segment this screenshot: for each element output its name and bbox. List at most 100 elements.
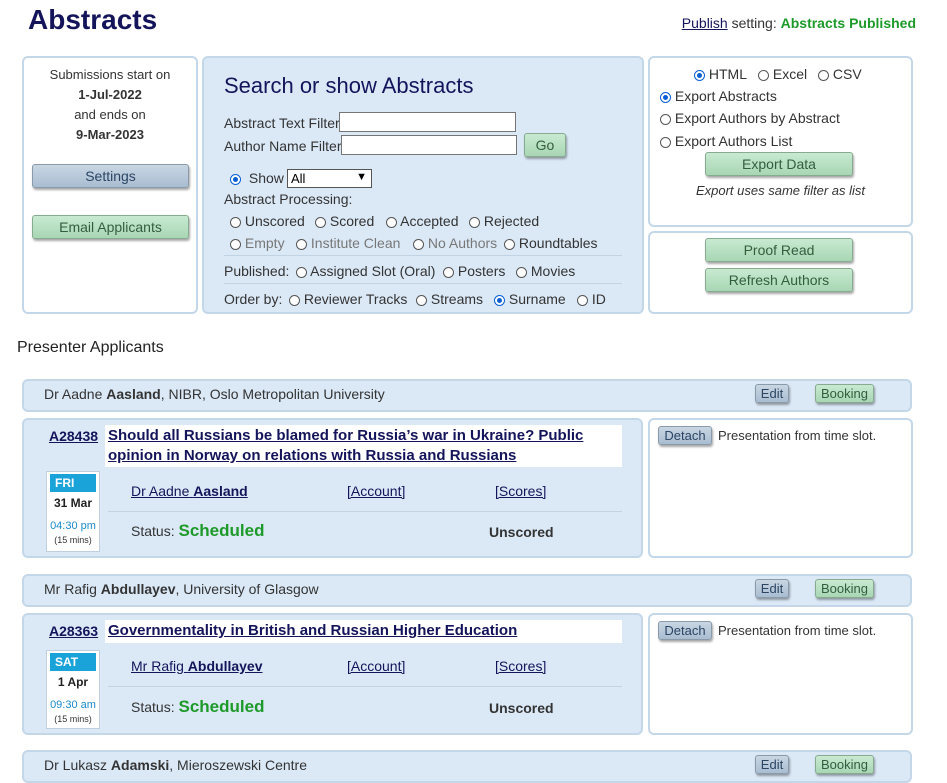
order-option-reviewer-tracks[interactable]: Reviewer Tracks bbox=[289, 291, 407, 307]
proof-read-button[interactable]: Proof Read bbox=[705, 238, 853, 262]
submissions-start-date: 1-Jul-2022 bbox=[78, 87, 142, 102]
edit-button[interactable]: Edit bbox=[755, 579, 789, 598]
account-link[interactable]: [Account] bbox=[347, 483, 405, 499]
processing-option-label: Empty bbox=[244, 235, 285, 251]
radio-icon[interactable] bbox=[315, 217, 326, 228]
published-option-movies[interactable]: Movies bbox=[516, 263, 575, 279]
order-option-label: Streams bbox=[430, 291, 484, 307]
radio-icon[interactable] bbox=[504, 239, 515, 250]
applicant-header: Mr Rafig Abdullayev, University of Glasg… bbox=[22, 574, 912, 607]
radio-icon[interactable] bbox=[577, 295, 588, 306]
processing-option-label: Roundtables bbox=[518, 235, 598, 251]
settings-button[interactable]: Settings bbox=[32, 164, 189, 188]
export-data-button[interactable]: Export Data bbox=[705, 152, 853, 176]
show-radio[interactable] bbox=[230, 174, 241, 185]
format-option-csv[interactable]: CSV bbox=[818, 66, 862, 82]
published-option-posters[interactable]: Posters bbox=[443, 263, 505, 279]
abstract-text-filter-label: Abstract Text Filter: bbox=[224, 115, 344, 131]
processing-option-label: Rejected bbox=[483, 213, 540, 229]
processing-option-institute-clean[interactable]: Institute Clean bbox=[296, 235, 400, 251]
radio-icon[interactable] bbox=[296, 267, 307, 278]
order-option-id[interactable]: ID bbox=[577, 291, 606, 307]
detach-button[interactable]: Detach bbox=[658, 621, 712, 640]
published-option-assigned-slot[interactable]: Assigned Slot (Oral) bbox=[296, 263, 435, 279]
processing-option-roundtables[interactable]: Roundtables bbox=[504, 235, 598, 251]
radio-icon[interactable] bbox=[413, 239, 424, 250]
format-option-html[interactable]: HTML bbox=[694, 66, 747, 82]
show-select[interactable]: All ▼ bbox=[287, 169, 372, 188]
scores-link[interactable]: [Scores] bbox=[495, 483, 546, 499]
radio-icon[interactable] bbox=[230, 217, 241, 228]
schedule-duration: (15 mins) bbox=[54, 535, 92, 545]
status-label: Status: bbox=[131, 699, 175, 715]
scores-link[interactable]: [Scores] bbox=[495, 658, 546, 674]
format-option-label: Excel bbox=[772, 66, 808, 82]
export-type-label: Export Authors by Abstract bbox=[674, 110, 840, 126]
abstract-id-link[interactable]: A28363 bbox=[49, 623, 98, 639]
radio-icon[interactable] bbox=[818, 70, 829, 81]
applicant-header: Dr Aadne Aasland, NIBR, Oslo Metropolita… bbox=[22, 379, 912, 412]
detach-button[interactable]: Detach bbox=[658, 426, 712, 445]
processing-option-rejected[interactable]: Rejected bbox=[469, 213, 539, 229]
processing-option-no-authors[interactable]: No Authors bbox=[413, 235, 497, 251]
format-option-label: CSV bbox=[832, 66, 862, 82]
author-surname: Abdullayev bbox=[187, 658, 263, 674]
divider bbox=[224, 255, 622, 256]
applicant-surname: Adamski bbox=[110, 757, 170, 773]
abstract-processing-label: Abstract Processing: bbox=[224, 191, 353, 207]
radio-icon[interactable] bbox=[469, 217, 480, 228]
refresh-authors-button[interactable]: Refresh Authors bbox=[705, 268, 853, 292]
radio-icon[interactable] bbox=[443, 267, 454, 278]
radio-icon[interactable] bbox=[758, 70, 769, 81]
section-title: Presenter Applicants bbox=[17, 339, 164, 356]
radio-icon[interactable] bbox=[416, 295, 427, 306]
slot-panel: Detach Presentation from time slot. bbox=[648, 613, 913, 735]
export-type-authors-list[interactable]: Export Authors List bbox=[660, 133, 792, 149]
applicant-name: Dr Lukasz Adamski, Mieroszewski Centre bbox=[44, 757, 307, 773]
booking-button[interactable]: Booking bbox=[815, 755, 874, 774]
abstract-id-link[interactable]: A28438 bbox=[49, 428, 98, 444]
processing-option-unscored[interactable]: Unscored bbox=[230, 213, 305, 229]
radio-icon[interactable] bbox=[660, 137, 671, 148]
author-link[interactable]: Mr Rafig Abdullayev bbox=[131, 658, 263, 674]
order-option-surname[interactable]: Surname bbox=[494, 291, 566, 307]
publish-setting-label: setting: bbox=[731, 15, 777, 31]
abstract-text-filter-input[interactable] bbox=[339, 112, 516, 132]
format-option-excel[interactable]: Excel bbox=[758, 66, 807, 82]
order-by-label: Order by: bbox=[224, 291, 283, 307]
processing-option-scored[interactable]: Scored bbox=[315, 213, 374, 229]
export-type-authors-by-abstract[interactable]: Export Authors by Abstract bbox=[660, 110, 840, 126]
radio-icon[interactable] bbox=[660, 92, 671, 103]
author-name-filter-input[interactable] bbox=[341, 135, 517, 155]
account-link[interactable]: [Account] bbox=[347, 658, 405, 674]
go-button[interactable]: Go bbox=[524, 133, 566, 157]
show-option[interactable]: Show bbox=[230, 170, 284, 186]
publish-link[interactable]: Publish bbox=[682, 15, 728, 31]
radio-icon[interactable] bbox=[296, 239, 307, 250]
processing-option-accepted[interactable]: Accepted bbox=[386, 213, 459, 229]
abstract-title-line[interactable]: Should all Russians be blamed for Russia… bbox=[108, 427, 583, 444]
abstract-title-line[interactable]: Governmentality in British and Russian H… bbox=[108, 622, 517, 639]
email-applicants-button[interactable]: Email Applicants bbox=[32, 215, 189, 239]
radio-icon[interactable] bbox=[494, 295, 505, 306]
edit-button[interactable]: Edit bbox=[755, 755, 789, 774]
author-prefix: Mr Rafig bbox=[131, 658, 184, 674]
abstract-title-line[interactable]: opinion in Norway on relations with Russ… bbox=[108, 447, 516, 464]
radio-icon[interactable] bbox=[694, 70, 705, 81]
booking-button[interactable]: Booking bbox=[815, 384, 874, 403]
radio-icon[interactable] bbox=[516, 267, 527, 278]
schedule-date-box: FRI 31 Mar 04:30 pm (15 mins) bbox=[46, 471, 100, 552]
radio-icon[interactable] bbox=[230, 239, 241, 250]
author-link[interactable]: Dr Aadne Aasland bbox=[131, 483, 248, 499]
order-option-streams[interactable]: Streams bbox=[416, 291, 483, 307]
radio-icon[interactable] bbox=[386, 217, 397, 228]
edit-button[interactable]: Edit bbox=[755, 384, 789, 403]
processing-option-empty[interactable]: Empty bbox=[230, 235, 285, 251]
radio-icon[interactable] bbox=[289, 295, 300, 306]
divider bbox=[108, 686, 622, 687]
radio-icon[interactable] bbox=[660, 114, 671, 125]
export-type-abstracts[interactable]: Export Abstracts bbox=[660, 88, 777, 104]
booking-button[interactable]: Booking bbox=[815, 579, 874, 598]
published-option-label: Posters bbox=[457, 263, 506, 279]
order-option-label: Reviewer Tracks bbox=[303, 291, 408, 307]
